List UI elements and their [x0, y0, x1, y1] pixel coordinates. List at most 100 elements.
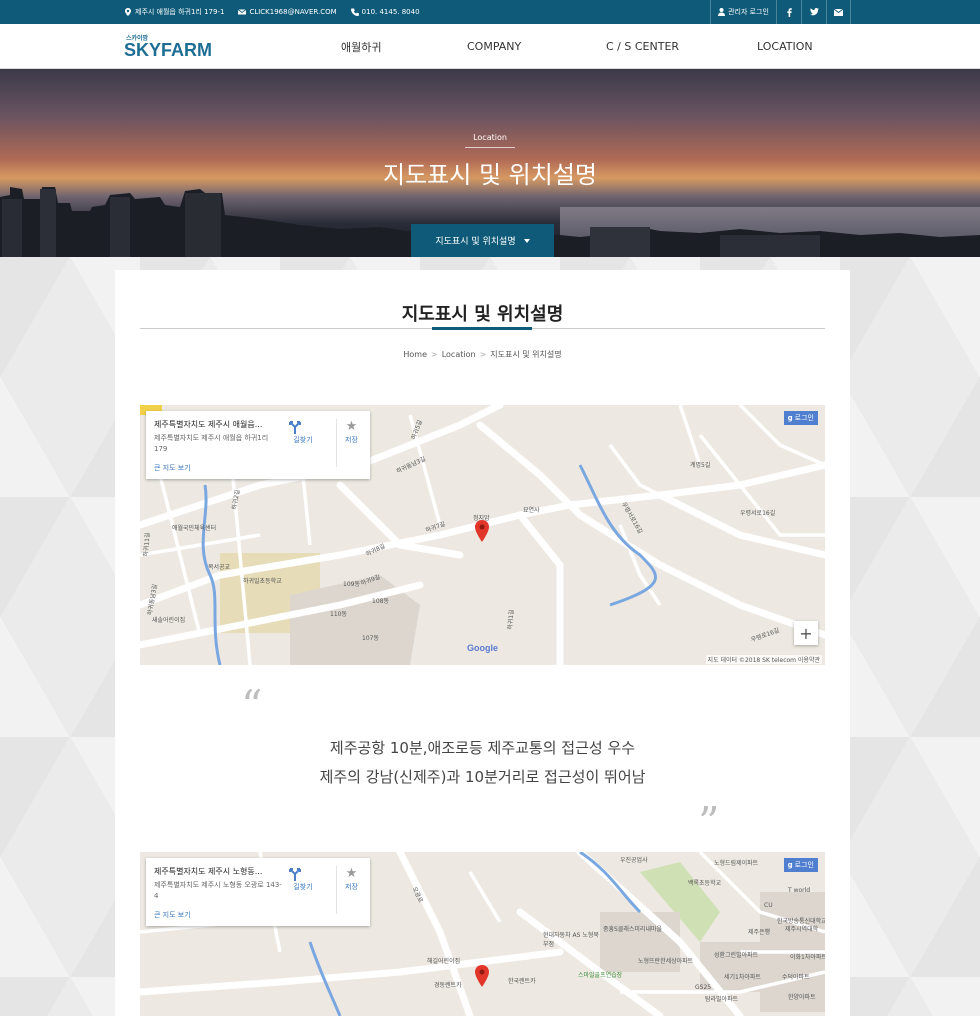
directions-button[interactable]: 길찾기	[288, 419, 318, 445]
page-title: 지도표시 및 위치설명	[401, 304, 564, 325]
phone-icon	[350, 8, 359, 16]
user-icon	[718, 8, 726, 16]
phone-text[interactable]: 010. 4145. 8040	[362, 8, 420, 16]
map-label: 성환그린빌아파트	[714, 952, 759, 959]
map-label: 노형드림제이파트	[714, 860, 759, 867]
map-label: 한양아파트	[788, 994, 816, 1001]
address-info: 제주시 애월읍 하귀1리 179-1	[124, 7, 224, 17]
google-logo: Google	[467, 643, 498, 653]
admin-login-link[interactable]: 관리자 로그인	[710, 0, 776, 24]
google-g-icon: g	[787, 861, 793, 869]
plus-icon: +	[799, 623, 813, 643]
directions-icon	[289, 421, 301, 434]
view-larger-map-link[interactable]: 큰 지도 보기	[154, 910, 191, 920]
map-label: 새솔어린이집	[152, 617, 186, 624]
star-icon: ★	[345, 419, 358, 434]
nav-item-aewol[interactable]: 애월하귀	[341, 24, 381, 69]
map-login-button[interactable]: g 로그인	[783, 411, 818, 425]
map-pin-icon[interactable]	[475, 965, 489, 987]
twitter-icon	[809, 8, 819, 16]
map-label: 세기1차아파트	[724, 974, 761, 981]
mail-link[interactable]	[826, 0, 851, 24]
quote-line-1: 제주공항 10분,애조로등 제주교통의 접근성 우수	[329, 739, 636, 757]
map-card-title: 제주특별자치도 제주시 애월읍...	[154, 420, 263, 429]
map-label: 우진공업사	[620, 857, 648, 864]
save-label: 저장	[345, 436, 358, 444]
envelope-icon	[238, 9, 247, 15]
content-panel: 지도표시 및 위치설명 Home > Location > 지도표시 및 위치설명	[115, 270, 850, 1016]
submenu-dropdown[interactable]: 지도표시 및 위치설명	[411, 224, 554, 257]
breadcrumb-current: 지도표시 및 위치설명	[490, 350, 562, 359]
map-label: 백록초등학교	[688, 880, 722, 887]
map-label: 하귀1길	[506, 609, 516, 631]
map-label: 107동	[362, 635, 379, 642]
email-info: CLICK1968@NAVER.COM	[238, 8, 337, 16]
map-label: 수덕아파트	[782, 974, 810, 981]
logo-text: SKYFARM	[124, 40, 213, 60]
caret-down-icon	[523, 238, 530, 243]
map-pin-icon[interactable]	[475, 520, 489, 542]
admin-login-label: 관리자 로그인	[728, 8, 769, 16]
save-button[interactable]: ★ 저장	[336, 419, 366, 467]
map-label: 탐라빌아파트	[705, 996, 739, 1003]
map-label: 하귀일초등학교	[243, 578, 282, 585]
email-text[interactable]: CLICK1968@NAVER.COM	[249, 8, 336, 16]
map-label: 해길어린이집	[427, 958, 461, 965]
hero-label: Location	[473, 133, 507, 142]
map-label: 노형뜨란한세상아파트	[638, 958, 694, 965]
quote-text: 제주공항 10분,애조로등 제주교통의 접근성 우수 제주의 강남(신제주)과 …	[115, 734, 850, 792]
map-card-address: 제주특별자치도 제주시 노형동 오광로 143-4	[154, 881, 282, 900]
save-button[interactable]: ★ 저장	[336, 866, 366, 914]
map-login-button[interactable]: g 로그인	[783, 858, 818, 872]
phone-info: 010. 4145. 8040	[350, 8, 420, 16]
zoom-in-button[interactable]: +	[794, 621, 818, 645]
map-label: T world	[788, 887, 811, 894]
nav-item-cs-center[interactable]: C / S CENTER	[606, 24, 679, 69]
breadcrumb-home[interactable]: Home	[403, 350, 427, 359]
map-attribution[interactable]: 지도 데이터 ©2018 SK telecom 이용약관	[705, 655, 822, 664]
hero-title: 지도표시 및 위치설명	[383, 161, 597, 189]
star-icon: ★	[345, 866, 358, 881]
map-label: 제주은행	[748, 929, 771, 936]
view-larger-map-link[interactable]: 큰 지도 보기	[154, 463, 191, 473]
map-label: 한국렌트카	[508, 978, 536, 985]
hero-banner: Location 지도표시 및 위치설명 지도표시 및 위치설명	[0, 69, 980, 257]
map-label: 현대자동차 AS 노형북부점	[543, 932, 599, 948]
map-login-label: 로그인	[794, 861, 814, 869]
directions-label: 길찾기	[293, 883, 313, 891]
address-text: 제주시 애월읍 하귀1리 179-1	[135, 8, 225, 16]
nav-item-location[interactable]: LOCATION	[757, 24, 813, 69]
map-aewol[interactable]: 하귀5길 하귀동남3길 계명5길 우령서로16길 우령서로16길 묘연사 정지암…	[140, 405, 825, 665]
map-label: 경동렌트카	[434, 982, 462, 989]
map-label: 계명5길	[690, 462, 711, 469]
save-label: 저장	[345, 883, 358, 891]
map-login-label: 로그인	[794, 414, 814, 422]
breadcrumb-separator: >	[431, 350, 438, 359]
twitter-link[interactable]	[801, 0, 826, 24]
map-marker-icon	[125, 8, 131, 16]
breadcrumb-location[interactable]: Location	[442, 350, 476, 359]
directions-button[interactable]: 길찾기	[288, 866, 318, 892]
main-navigation: 스카이팜 SKYFARM 애월하귀 COMPANY C / S CENTER L…	[0, 24, 980, 69]
map-label: 우령서로16길	[740, 510, 776, 517]
quote-open-icon: “	[241, 681, 263, 730]
breadcrumb: Home > Location > 지도표시 및 위치설명	[115, 349, 850, 360]
quote-close-icon: ”	[698, 798, 720, 847]
google-g-icon: g	[787, 414, 793, 422]
facebook-link[interactable]	[776, 0, 801, 24]
map-label: 제주시역대학	[785, 926, 819, 933]
map-info-card: 제주특별자치도 제주시 노형동... 제주특별자치도 제주시 노형동 오광로 1…	[146, 858, 370, 926]
directions-label: 길찾기	[293, 436, 313, 444]
map-info-card: 제주특별자치도 제주시 애월읍... 제주특별자치도 제주시 애월읍 하귀1리 …	[146, 411, 370, 479]
map-nohyeong[interactable]: 우진공업사 노형드림제이파트 백록초등학교 T world 한국방송통신대학교 …	[140, 852, 825, 1016]
nav-item-company[interactable]: COMPANY	[467, 24, 521, 69]
quote-line-2: 제주의 강남(신제주)과 10분거리로 접근성이 뛰어남	[319, 768, 646, 786]
map-label: GS25	[695, 984, 712, 991]
map-label: 스마일골프연습장	[578, 972, 623, 979]
map-label: CU	[764, 902, 773, 909]
facebook-icon	[786, 7, 792, 17]
map-label: 108동	[372, 598, 389, 605]
map-label: 애월국민체육센터	[172, 525, 217, 532]
map-card-title: 제주특별자치도 제주시 노형동...	[154, 867, 263, 876]
site-logo[interactable]: 스카이팜 SKYFARM	[124, 33, 224, 61]
